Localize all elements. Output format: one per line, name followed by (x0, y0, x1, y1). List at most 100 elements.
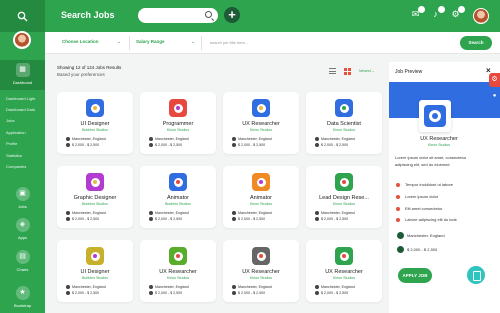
preview-company[interactable]: Kleon Studios (389, 143, 489, 147)
job-card[interactable]: UI Designer Bubbles Studios Manchester, En… (57, 240, 133, 302)
company-logo-icon (169, 173, 187, 191)
job-title: UI Designer (80, 269, 110, 275)
company-logo (419, 100, 451, 132)
company-name[interactable]: Bubbles Studios (57, 276, 133, 280)
location-select[interactable]: Choose Location (62, 39, 99, 44)
job-card[interactable]: UX Researcher Kleon Studios Manchester, En… (306, 240, 382, 302)
sidebar-subitem-profile[interactable]: Profile (0, 141, 45, 146)
company-logo-icon (335, 247, 353, 265)
location-icon (315, 285, 319, 290)
job-title: UX Researcher (242, 121, 280, 127)
sidebar-item-charts[interactable]: ▤ Charts (0, 250, 45, 272)
star-icon: ★ (15, 286, 30, 300)
money-icon (397, 246, 404, 253)
sidebar-subitem-dashboard-light[interactable]: Dashboard Light (0, 96, 45, 101)
header-search-input[interactable] (138, 8, 218, 23)
sidebar-subitem-companies[interactable]: Companies (0, 164, 45, 169)
money-icon (66, 291, 70, 296)
sort-select[interactable]: Newest ⌄ (359, 69, 375, 73)
search-button[interactable]: Search (460, 36, 492, 50)
location-text: Manchester, England (238, 137, 272, 141)
company-name[interactable]: Kleon Studios (140, 128, 216, 132)
settings-gear-icon[interactable]: ⚙ (489, 73, 500, 87)
company-name[interactable]: Kleon Studios (306, 202, 382, 206)
job-card[interactable]: UI Designer Bubbles Studios Manchester, En… (57, 92, 133, 154)
messages-button[interactable]: ✉ (410, 6, 425, 20)
salary-text: $ 2,000 - $ 2,500 (155, 217, 183, 221)
sidebar-subitem-dashboard-dark[interactable]: Dashboard Dark (0, 107, 45, 112)
job-card[interactable]: Programmer Kleon Studios Manchester, Engla… (140, 92, 216, 154)
money-icon (232, 143, 236, 148)
job-title: Animator (249, 195, 272, 201)
job-location: Manchester, England (66, 285, 106, 290)
location-icon (232, 211, 236, 216)
job-title: Animator (166, 195, 189, 201)
logo-dot (176, 180, 180, 184)
preview-bullet: Tempor incididunt ut labore (395, 182, 454, 187)
preview-salary: $ 2,000 - $ 2,500 (407, 247, 438, 252)
company-logo-icon (252, 247, 270, 265)
logo-dot (259, 254, 263, 258)
company-name[interactable]: Kleon Studios (223, 276, 299, 280)
sort-label: Newest (359, 69, 371, 73)
job-card[interactable]: Animator Kleon Studios Manchester, England… (223, 166, 299, 228)
notifications-button[interactable]: ♪ (430, 6, 445, 20)
page-title: Search Jobs (61, 10, 115, 20)
job-card[interactable]: UX Researcher Kleon Studios Manchester, En… (223, 240, 299, 302)
sidebar-item-label: Jobs (18, 204, 27, 209)
search-icon[interactable] (205, 11, 212, 18)
job-location: Manchester, England (66, 211, 106, 216)
job-card[interactable]: UX Researcher Kleon Studios Manchester, En… (140, 240, 216, 302)
job-card[interactable]: Animator Bubbles Studios Manchester, Engla… (140, 166, 216, 228)
list-view-icon[interactable] (329, 68, 336, 74)
location-text: Manchester, England (321, 211, 355, 215)
job-location: Manchester, England (149, 211, 189, 216)
apply-job-button[interactable]: APPLY JOB (398, 268, 432, 283)
results-subtitle: Based your preferences (57, 72, 105, 77)
add-button[interactable]: + (224, 7, 240, 23)
sidebar-avatar[interactable] (13, 31, 31, 49)
job-card[interactable]: UX Researcher Kleon Studios Manchester, En… (223, 92, 299, 154)
sidebar-search-button[interactable] (0, 0, 45, 32)
job-salary: $ 2,000 - $ 2,500 (232, 217, 265, 222)
company-name[interactable]: Bubbles Studios (140, 202, 216, 206)
sidebar-item-jobs[interactable]: ▣ Jobs (0, 187, 45, 209)
bell-icon: ♪ (433, 9, 438, 19)
sidebar-item-bootstrap[interactable]: ★ Bootstrap (0, 286, 45, 308)
user-avatar[interactable] (473, 8, 489, 24)
salary-text: $ 2,000 - $ 2,500 (72, 217, 100, 221)
grid-view-icon[interactable] (344, 68, 351, 75)
job-card[interactable]: Data Scientist Kleon Studios Manchester, E… (306, 92, 382, 154)
settings-button[interactable]: ⚙ (450, 6, 465, 20)
job-title-search-input[interactable]: search job title here... (210, 40, 248, 45)
company-name[interactable]: Kleon Studios (140, 276, 216, 280)
company-name[interactable]: Kleon Studios (306, 128, 382, 132)
sidebar-subitem-statistics[interactable]: Statistics (0, 153, 45, 158)
notifications-badge (438, 6, 445, 13)
chat-icon[interactable] (467, 266, 485, 284)
salary-text: $ 2,000 - $ 2,500 (238, 143, 266, 147)
company-name[interactable]: Kleon Studios (223, 128, 299, 132)
company-name[interactable]: Bubbles Studios (57, 202, 133, 206)
job-card[interactable]: Graphic Designer Bubbles Studios Mancheste… (57, 166, 133, 228)
sidebar-item-apps[interactable]: ◈ Apps (0, 218, 45, 240)
theme-drop-icon[interactable]: ● (489, 89, 500, 103)
job-title: Data Scientist (327, 121, 361, 127)
sidebar-subitem-application[interactable]: Application (0, 130, 45, 135)
company-name[interactable]: Kleon Studios (306, 276, 382, 280)
salary-text: $ 2,000 - $ 2,500 (72, 143, 100, 147)
chevron-down-icon[interactable]: ⌄ (191, 39, 195, 45)
location-icon (149, 211, 153, 216)
sidebar-subitem-jobs[interactable]: Jobs (0, 118, 45, 123)
money-icon (315, 291, 319, 296)
location-text: Manchester, England (155, 211, 189, 215)
job-salary: $ 2,000 - $ 2,500 (149, 143, 182, 148)
sidebar-item-dashboard[interactable]: ▦ Dashboard (0, 60, 45, 90)
company-name[interactable]: Bubbles Studios (57, 128, 133, 132)
company-name[interactable]: Kleon Studios (223, 202, 299, 206)
chevron-down-icon[interactable]: ⌄ (117, 39, 121, 45)
salary-select[interactable]: Salary Range (136, 39, 165, 44)
location-text: Manchester, England (238, 211, 272, 215)
job-location: Manchester, England (315, 285, 355, 290)
job-card[interactable]: Lead Design Rese... Kleon Studios Manchest… (306, 166, 382, 228)
